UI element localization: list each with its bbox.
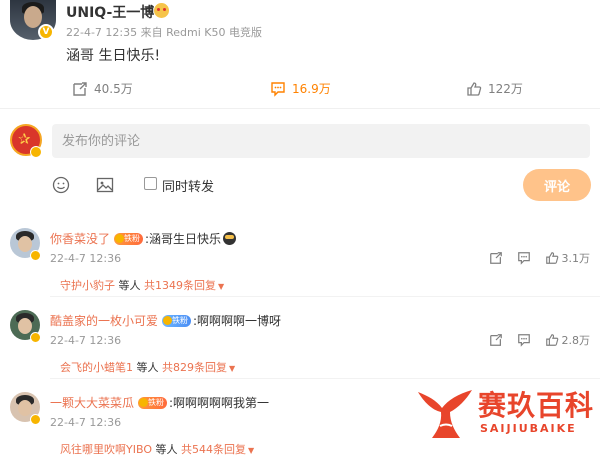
comment-like-count: 3.1万 <box>561 252 591 265</box>
caret-down-icon: ▼ <box>229 364 236 373</box>
fan-badge: 铁粉 <box>162 314 192 327</box>
author-name[interactable]: UNIQ-王一博 <box>66 2 154 22</box>
watermark-subtitle: SAIJIUBAIKE <box>480 422 577 435</box>
comment-input[interactable] <box>52 124 590 158</box>
sunglasses-emoji-icon <box>223 232 237 245</box>
avatar-face <box>18 236 32 252</box>
comment-count: 16.9万 <box>292 82 331 96</box>
reply-user: 会飞的小蜡笔1 <box>60 361 133 374</box>
divider <box>50 296 600 297</box>
replies-total: 共1349条回复 <box>144 279 216 292</box>
reply-icon[interactable] <box>517 333 531 347</box>
vip-badge-icon <box>30 414 41 425</box>
avatar-face <box>18 318 32 334</box>
commenter-name[interactable]: 你香菜没了 <box>50 230 110 247</box>
reply-user: 守护小豹子 <box>60 279 115 292</box>
comment-text: :涵哥生日快乐 <box>145 232 222 246</box>
repost-count: 40.5万 <box>94 82 133 96</box>
vip-badge-icon: V <box>38 24 54 40</box>
caret-down-icon: ▼ <box>247 446 255 455</box>
like-button[interactable]: 122万 <box>466 80 523 97</box>
repost-checkbox[interactable] <box>144 177 157 190</box>
avatar-face <box>18 400 32 416</box>
comment-content: 你香菜没了 铁粉 :涵哥生日快乐 <box>50 230 237 247</box>
submit-comment-button[interactable]: 评论 <box>523 169 591 201</box>
replies-connector: 等人 <box>151 443 181 455</box>
divider <box>50 378 600 379</box>
thumbs-up-icon[interactable] <box>545 251 559 265</box>
comment-icon <box>271 81 285 97</box>
comment-content: 酷盖家的一枚小可爱 铁粉 :啊啊啊啊一博呀 <box>50 312 281 329</box>
image-upload-icon[interactable] <box>96 176 114 194</box>
whale-tail-logo-icon <box>418 390 472 438</box>
watermark-title: 赛玖百科 <box>478 389 595 422</box>
repost-icon[interactable] <box>489 251 503 265</box>
post-action-bar: 40.5万 16.9万 122万 <box>0 78 600 106</box>
comment-like-count: 2.8万 <box>561 334 591 347</box>
comment-item: 酷盖家的一枚小可爱 铁粉 :啊啊啊啊一博呀 22-4-7 12:36 2.8万 … <box>0 306 600 380</box>
replies-summary[interactable]: 守护小豹子 等人 共1349条回复 ▼ <box>60 277 224 293</box>
avatar-face <box>24 6 42 28</box>
replies-connector: 等人 <box>133 361 162 374</box>
comment-time: 22-4-7 12:36 <box>50 334 122 347</box>
fan-badge: 铁粉 <box>138 396 168 409</box>
emoji-picker-icon[interactable] <box>52 176 70 194</box>
repost-icon[interactable] <box>489 333 503 347</box>
comment-compose: 同时转发 评论 <box>0 114 600 214</box>
post-meta: 22-4-7 12:35 来自 Redmi K50 电竞版 <box>66 26 262 39</box>
comment-button[interactable]: 16.9万 <box>270 80 331 97</box>
like-count: 122万 <box>488 82 523 96</box>
comment-content: 一颗大大菜菜瓜 铁粉 :啊啊啊啊啊我第一 <box>50 394 269 411</box>
vip-badge-icon <box>30 250 41 261</box>
emoji-icon <box>154 3 169 18</box>
comment-actions: 3.1万 <box>475 250 591 266</box>
replies-summary[interactable]: 风往哪里吹啊YIBO 等人 共544条回复 ▼ <box>60 441 254 455</box>
caret-down-icon: ▼ <box>218 282 225 291</box>
reply-icon[interactable] <box>517 251 531 265</box>
comment-time: 22-4-7 12:36 <box>50 416 122 429</box>
repost-button[interactable]: 40.5万 <box>72 80 133 97</box>
comment-time: 22-4-7 12:36 <box>50 252 122 265</box>
repost-icon <box>73 81 87 96</box>
watermark: 赛玖百科 SAIJIUBAIKE <box>410 380 600 450</box>
fan-badge: 铁粉 <box>114 232 144 245</box>
commenter-name[interactable]: 一颗大大菜菜瓜 <box>50 394 134 411</box>
replies-total: 共544条回复 <box>180 443 246 455</box>
comment-actions: 2.8万 <box>475 332 591 348</box>
comment-text: :啊啊啊啊一博呀 <box>193 314 282 328</box>
post-header: V UNIQ-王一博 22-4-7 12:35 来自 Redmi K50 电竞版… <box>0 0 600 70</box>
vip-badge-icon <box>30 332 41 343</box>
repost-label[interactable]: 同时转发 <box>162 176 214 195</box>
thumbs-up-icon <box>467 81 482 96</box>
thumbs-up-icon[interactable] <box>545 333 559 347</box>
vip-badge-icon <box>30 146 42 158</box>
commenter-name[interactable]: 酷盖家的一枚小可爱 <box>50 312 158 329</box>
comment-item: 你香菜没了 铁粉 :涵哥生日快乐 22-4-7 12:36 3.1万 守护小豹子… <box>0 224 600 298</box>
replies-total: 共829条回复 <box>162 361 227 374</box>
replies-summary[interactable]: 会飞的小蜡笔1 等人 共829条回复 ▼ <box>60 359 235 375</box>
divider <box>0 108 600 109</box>
comment-text: :啊啊啊啊啊我第一 <box>169 396 270 410</box>
replies-connector: 等人 <box>115 279 144 292</box>
post-text: 涵哥 生日快乐! <box>66 48 161 64</box>
reply-user: 风往哪里吹啊YIBO <box>60 443 152 455</box>
